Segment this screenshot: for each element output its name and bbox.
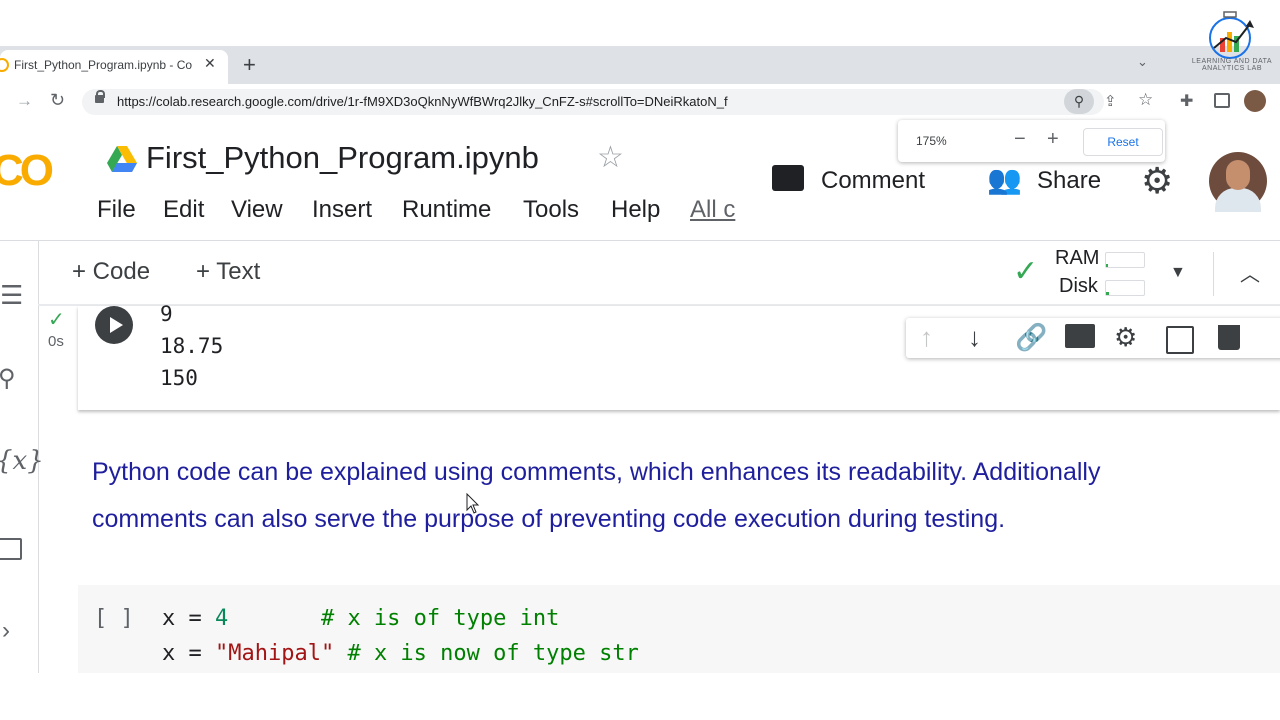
link-to-cell-icon[interactable]: 🔗 [1015, 322, 1047, 353]
code-string: "Mahipal" [214, 641, 335, 666]
add-code-button[interactable]: + Code [72, 258, 150, 286]
execution-success-icon: ✓ [48, 309, 65, 331]
ram-usage-fill [1106, 264, 1108, 267]
comment-button[interactable]: Comment [821, 167, 925, 195]
share-page-icon[interactable]: ⇪ [1104, 92, 1117, 110]
variables-icon[interactable]: {x} [0, 446, 44, 476]
text-cell-line: comments can also serve the purpose of p… [92, 505, 1006, 533]
connected-check-icon[interactable]: ✓ [1013, 254, 1038, 289]
zoom-icon[interactable]: ⚲ [1064, 89, 1094, 114]
code-number: 4 [214, 606, 229, 631]
terminal-chevron-icon[interactable]: › [2, 617, 10, 645]
zoom-percent: 175% [916, 134, 947, 148]
play-icon[interactable] [110, 317, 123, 333]
profile-avatar[interactable] [1244, 90, 1266, 112]
ram-label[interactable]: RAM [1055, 247, 1099, 270]
menu-tools[interactable]: Tools [523, 196, 579, 224]
star-notebook-icon[interactable]: ☆ [597, 140, 624, 175]
comment-icon[interactable] [772, 165, 804, 191]
bookmark-star-icon[interactable]: ☆ [1138, 90, 1153, 110]
search-icon[interactable]: ⚲ [0, 364, 16, 393]
cell-settings-gear-icon[interactable]: ⚙ [1114, 322, 1137, 353]
output-line: 9 [160, 302, 173, 326]
zoom-in-button[interactable]: + [1047, 128, 1059, 151]
menu-file[interactable]: File [97, 196, 136, 224]
reload-icon[interactable]: ↻ [50, 90, 65, 111]
people-icon[interactable]: 👥 [987, 163, 1022, 196]
bottom-band [0, 673, 1280, 720]
disk-usage-fill [1106, 292, 1109, 295]
add-text-button[interactable]: + Text [196, 258, 260, 286]
settings-gear-icon[interactable]: ⚙ [1141, 160, 1173, 202]
header-divider [0, 240, 1280, 241]
menu-edit[interactable]: Edit [163, 196, 204, 224]
code-line[interactable]: x = 4 # x is of type int [162, 606, 559, 631]
side-panel-icon[interactable] [1214, 93, 1230, 108]
text-cell-line: Python code can be explained using comme… [92, 458, 1101, 486]
collapse-header-icon[interactable]: ︿ [1240, 258, 1260, 287]
chevron-down-icon[interactable]: ⌄ [1137, 54, 1148, 70]
avatar-face [1226, 160, 1250, 190]
tab-title: First_Python_Program.ipynb - Co [14, 58, 193, 72]
watermark-text: LEARNING AND DATA ANALYTICS LAB [1191, 58, 1273, 72]
notebook-title[interactable]: First_Python_Program.ipynb [146, 140, 539, 176]
disk-label[interactable]: Disk [1059, 275, 1098, 298]
output-line: 18.75 [160, 334, 224, 358]
runtime-dropdown-icon[interactable]: ▼ [1170, 264, 1186, 282]
menu-insert[interactable]: Insert [312, 196, 372, 224]
code-comment: # x is now of type str [347, 641, 639, 666]
move-cell-up-icon[interactable]: ↑ [920, 322, 933, 353]
mouse-cursor-icon [466, 493, 480, 514]
zoom-reset-button[interactable]: Reset [1083, 128, 1163, 156]
extensions-puzzle-icon[interactable]: ✚ [1180, 91, 1193, 111]
menu-runtime[interactable]: Runtime [402, 196, 491, 224]
run-cell-bracket[interactable]: [ ] [94, 606, 134, 631]
code-gap [334, 641, 347, 666]
menu-view[interactable]: View [231, 196, 283, 224]
mirror-cell-icon[interactable] [1166, 326, 1194, 354]
table-of-contents-icon[interactable]: ☰ [0, 280, 23, 311]
lock-icon-body [95, 95, 104, 103]
ram-usage-bar [1105, 252, 1145, 268]
code-assign: x = [162, 606, 215, 631]
execution-time: 0s [48, 333, 64, 350]
code-line[interactable]: x = "Mahipal" # x is now of type str [162, 641, 639, 666]
colab-logo[interactable]: CO [0, 146, 54, 196]
move-cell-down-icon[interactable]: ↓ [968, 322, 981, 353]
url-text[interactable]: https://colab.research.google.com/drive/… [117, 94, 728, 109]
google-drive-icon[interactable] [107, 146, 137, 172]
add-comment-icon[interactable] [1065, 324, 1095, 348]
zoom-out-button[interactable]: − [1014, 128, 1026, 151]
share-button[interactable]: Share [1037, 167, 1101, 195]
code-comment: # x is of type int [320, 606, 560, 631]
delete-cell-trash-icon[interactable] [1218, 325, 1240, 350]
more-options-icon[interactable]: ⋮ [1271, 322, 1280, 353]
files-folder-icon[interactable] [0, 538, 22, 560]
close-tab-icon[interactable]: ✕ [204, 55, 216, 72]
menu-all-changes-saved[interactable]: All c [690, 196, 735, 224]
menu-help[interactable]: Help [611, 196, 660, 224]
code-gap [228, 606, 321, 631]
forward-arrow-icon[interactable]: → [16, 91, 33, 111]
top-band [0, 0, 1280, 46]
toolbar-divider [1213, 252, 1214, 296]
new-tab-button[interactable]: + [243, 52, 256, 78]
disk-usage-bar [1105, 280, 1145, 296]
code-assign: x = [162, 641, 215, 666]
output-line: 150 [160, 366, 198, 390]
